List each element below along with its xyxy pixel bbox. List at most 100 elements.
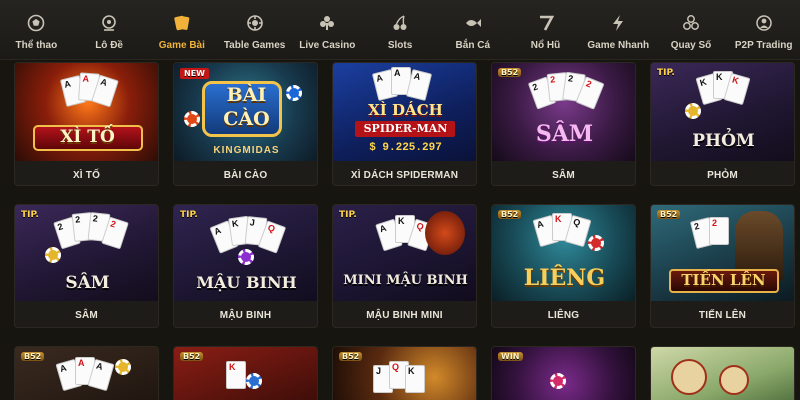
game-thumbnail: WIN	[492, 347, 635, 400]
game-thumbnail: TIP. A K Q MINI MẬU BINH	[333, 205, 476, 301]
b52-badge: B52	[180, 352, 204, 361]
game-name: BÀI CÀO	[223, 169, 268, 181]
game-thumbnail: B52 J Q K	[333, 347, 476, 400]
game-name: MẬU BINH	[219, 309, 272, 321]
game-card-xi-dach-spiderman[interactable]: A A A XÌ DÁCH SPIDER-MAN $ 9.225.297 XÌ …	[332, 62, 477, 186]
game-art-title: PHỎM	[692, 131, 755, 151]
nav-item-ban-ca[interactable]: Bắn Cá	[436, 0, 509, 60]
nav-label: Live Casino	[299, 40, 356, 51]
game-art-title: SÂM	[535, 121, 594, 147]
tip-badge: TIP.	[657, 68, 675, 78]
lightning-icon	[608, 13, 628, 33]
nav-item-quay-so[interactable]: Quay Số	[655, 0, 728, 60]
playing-cards-icon	[172, 13, 192, 33]
game-grid-row-3: B52 A A A B52 K B52 J Q K WIN	[14, 346, 795, 400]
chess-piece	[719, 365, 749, 395]
nav-label: Table Games	[223, 40, 286, 51]
game-thumbnail: B52 2 2 2 2 SÂM	[492, 63, 635, 161]
game-art-title: SÂM	[65, 273, 110, 293]
game-card-mau-binh[interactable]: TIP. A K J Q MẬU BINH MẬU BINH	[173, 204, 318, 328]
chess-piece	[671, 359, 707, 395]
game-thumbnail: B52 A A A	[15, 347, 158, 400]
game-card-phom[interactable]: TIP. K K K PHỎM PHỎM	[650, 62, 795, 186]
nav-label: Quay Số	[670, 40, 712, 51]
nav-item-game-nhanh[interactable]: Game Nhanh	[582, 0, 655, 60]
poker-chip	[588, 235, 604, 251]
b52-badge: B52	[657, 210, 681, 219]
poker-chip	[246, 373, 262, 389]
game-card-xi-to[interactable]: A A A XÌ TỐ XÌ TỐ	[14, 62, 159, 186]
game-art-title: XÌ TỐ	[60, 127, 115, 147]
game-card-partial[interactable]: B52 A A A	[14, 346, 159, 400]
new-badge: NEW	[180, 68, 209, 79]
game-art-title: XÌ DÁCH	[368, 101, 443, 119]
game-grid-row-2: TIP. 2 2 2 2 SÂM SÂM TIP. A K J Q MẬU BI…	[14, 204, 795, 328]
b52-badge: B52	[21, 352, 45, 361]
game-card-sam-b52[interactable]: B52 2 2 2 2 SÂM SÂM	[491, 62, 636, 186]
nav-label: Lô Đề	[95, 40, 123, 51]
game-name: PHỎM	[707, 169, 738, 181]
nav-item-p2p-trading[interactable]: P2P Trading	[727, 0, 800, 60]
game-card-partial[interactable]: B52 J Q K	[332, 346, 477, 400]
tip-badge: TIP.	[180, 210, 198, 220]
game-name: TIẾN LÊN	[698, 309, 747, 321]
gold-coin	[115, 359, 131, 375]
game-grid-row-1: A A A XÌ TỐ XÌ TỐ NEW BÀI CÀO KINGMIDAS …	[14, 62, 795, 186]
nav-item-the-thao[interactable]: Thể thao	[0, 0, 73, 60]
game-art-title: MINI MẬU BINH	[343, 273, 468, 288]
game-card-partial[interactable]	[650, 346, 795, 400]
nav-label: Bắn Cá	[455, 40, 490, 51]
game-thumbnail: NEW BÀI CÀO KINGMIDAS	[174, 63, 317, 161]
game-card-tien-len[interactable]: B52 2 2 TIẾN LÊN TIẾN LÊN	[650, 204, 795, 328]
game-card-partial[interactable]: B52 K	[173, 346, 318, 400]
category-nav: Thể thao Lô Đề Game Bài Table Games Live…	[0, 0, 800, 60]
game-thumbnail: A A A XÌ TỐ	[15, 63, 158, 161]
jackpot-amount: $ 9.225.297	[369, 142, 442, 154]
lottery-drum-icon	[99, 13, 119, 33]
game-art-title: TIẾN LÊN	[681, 271, 766, 289]
poker-chip	[238, 249, 254, 265]
nav-item-lo-de[interactable]: Lô Đề	[73, 0, 146, 60]
nav-label: Game Bài	[158, 40, 205, 51]
tip-badge: TIP.	[21, 210, 39, 220]
card-suits-icon	[317, 13, 337, 33]
fish-icon	[463, 13, 483, 33]
nav-label: P2P Trading	[734, 40, 793, 51]
game-card-partial[interactable]: WIN	[491, 346, 636, 400]
game-thumbnail: B52 A K Q LIÊNG	[492, 205, 635, 301]
soccer-ball-icon	[26, 13, 46, 33]
nav-label: Thể thao	[15, 40, 58, 51]
nav-item-live-casino[interactable]: Live Casino	[291, 0, 364, 60]
game-thumbnail: TIP. 2 2 2 2 SÂM	[15, 205, 158, 301]
game-name: LIÊNG	[547, 309, 580, 321]
nav-label: Nổ Hũ	[530, 40, 561, 51]
game-name: MẬU BINH MINI	[366, 309, 443, 321]
game-card-mau-binh-mini[interactable]: TIP. A K Q MINI MẬU BINH MẬU BINH MINI	[332, 204, 477, 328]
nav-label: Slots	[387, 40, 413, 51]
win-badge: WIN	[498, 352, 523, 361]
game-lobby: Thể thao Lô Đề Game Bài Table Games Live…	[0, 0, 800, 400]
nav-item-table-games[interactable]: Table Games	[218, 0, 291, 60]
game-card-bai-cao[interactable]: NEW BÀI CÀO KINGMIDAS BÀI CÀO	[173, 62, 318, 186]
nav-item-no-hu[interactable]: Nổ Hũ	[509, 0, 582, 60]
playing-card: 2	[709, 217, 729, 245]
nav-item-slots[interactable]: Slots	[364, 0, 437, 60]
game-thumbnail: A A A XÌ DÁCH SPIDER-MAN $ 9.225.297	[333, 63, 476, 161]
game-art-title: LIÊNG	[523, 265, 606, 291]
seven-icon	[536, 13, 556, 33]
game-thumbnail: TIP. K K K PHỎM	[651, 63, 794, 161]
nav-item-game-bai[interactable]: Game Bài	[145, 0, 218, 60]
game-name: XÌ TỐ	[72, 169, 101, 181]
game-name: SÂM	[75, 309, 98, 321]
b52-badge: B52	[498, 210, 522, 219]
game-card-lieng[interactable]: B52 A K Q LIÊNG LIÊNG	[491, 204, 636, 328]
playing-card: K	[405, 365, 425, 393]
game-art-subtitle: SPIDER-MAN	[363, 122, 448, 135]
gold-coin	[685, 103, 701, 119]
game-card-sam-tip[interactable]: TIP. 2 2 2 2 SÂM SÂM	[14, 204, 159, 328]
game-art-title: MẬU BINH	[196, 273, 297, 292]
playing-card: K	[226, 361, 246, 389]
game-name: XÌ DÁCH SPIDERMAN	[350, 169, 459, 181]
poker-chip-icon	[245, 13, 265, 33]
p2p-users-icon	[754, 13, 774, 33]
